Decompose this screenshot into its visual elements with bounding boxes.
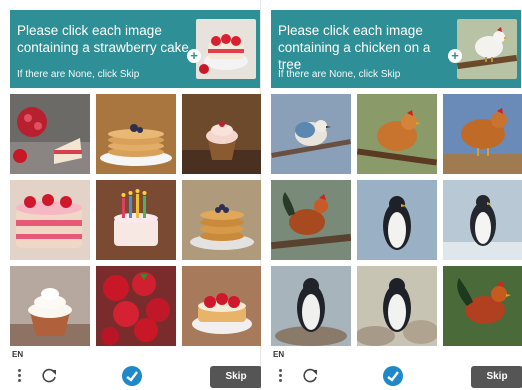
- skip-button[interactable]: Skip: [471, 366, 522, 388]
- tile-hen-walking[interactable]: [443, 94, 522, 174]
- tile-cupcake-white-frosting[interactable]: [10, 266, 90, 346]
- tile-penguin-snow[interactable]: [443, 180, 522, 260]
- plus-icon: +: [187, 49, 201, 63]
- brand-logo-icon: [122, 366, 142, 386]
- strawberry-cake-example-image: [196, 19, 256, 79]
- menu-icon[interactable]: [16, 369, 22, 385]
- plus-icon: +: [448, 49, 462, 63]
- tile-hen-on-branch[interactable]: [357, 94, 437, 174]
- tile-pancakes-stack[interactable]: [96, 94, 176, 174]
- tile-strawberry-tart[interactable]: [182, 266, 262, 346]
- refresh-icon[interactable]: [40, 367, 58, 385]
- captcha-hint: If there are None, click Skip: [17, 69, 140, 80]
- captcha-panel-right: Please click each image containing a chi…: [261, 0, 522, 390]
- tile-penguin-standing[interactable]: [357, 180, 437, 260]
- chicken-on-tree-example-image: [457, 19, 517, 79]
- language-label[interactable]: EN: [273, 350, 284, 359]
- tile-rooster-on-branch[interactable]: [271, 180, 351, 260]
- captcha-prompt: Please click each image containing a str…: [17, 23, 189, 55]
- tile-cupcake[interactable]: [182, 94, 262, 174]
- captcha-panel-left: Please click each image containing a str…: [0, 0, 262, 390]
- tile-bird-on-branch[interactable]: [271, 94, 351, 174]
- refresh-icon[interactable]: [301, 367, 319, 385]
- captcha-hint: If there are None, click Skip: [278, 69, 401, 80]
- tile-strawberries-bowl[interactable]: [96, 266, 176, 346]
- captcha-footer: Skip: [0, 360, 262, 390]
- language-label[interactable]: EN: [12, 350, 23, 359]
- captcha-prompt: Please click each image containing a chi…: [278, 23, 431, 72]
- tile-penguin-rock[interactable]: [271, 266, 351, 346]
- tile-pancakes-blueberries[interactable]: [182, 180, 262, 260]
- skip-button[interactable]: Skip: [210, 366, 262, 388]
- menu-icon[interactable]: [277, 369, 283, 385]
- captcha-footer: Skip: [261, 360, 522, 390]
- tile-strawberries-cake-slice[interactable]: [10, 94, 90, 174]
- image-grid: [10, 94, 262, 346]
- captcha-header: Please click each image containing a str…: [10, 10, 260, 88]
- tile-birthday-cake-candles[interactable]: [96, 180, 176, 260]
- brand-logo-icon: [383, 366, 403, 386]
- image-grid: [271, 94, 522, 346]
- tile-rooster-colorful[interactable]: [443, 266, 522, 346]
- captcha-header: Please click each image containing a chi…: [271, 10, 521, 88]
- tile-strawberry-layer-cake[interactable]: [10, 180, 90, 260]
- tile-penguin-rocks[interactable]: [357, 266, 437, 346]
